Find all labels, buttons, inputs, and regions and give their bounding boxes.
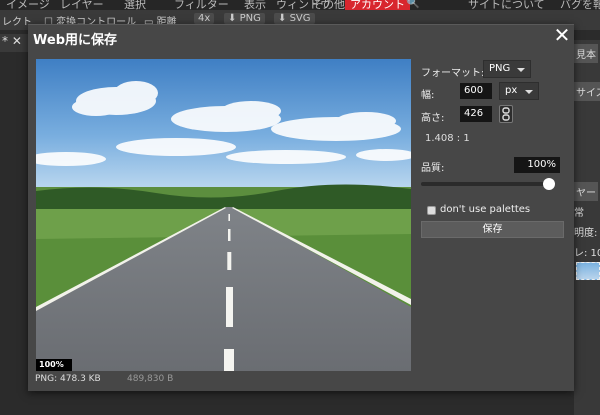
aspect-ratio: 1.408 : 1 [425,133,470,144]
menu-item[interactable]: サイトについて [468,0,545,10]
height-label: 高さ: [421,113,445,124]
chevron-down-icon [525,90,533,94]
menu-item[interactable]: レイヤー [60,0,104,10]
account-menu-item[interactable]: アカウント [345,0,410,10]
quality-slider-thumb[interactable] [543,178,555,190]
file-size-bytes: 489,830 B [127,374,174,384]
quality-slider-track[interactable] [421,182,549,186]
document-tab[interactable]: * ✕ [0,34,30,52]
png-label: PNG [239,13,261,24]
menu-item[interactable]: 表示 [244,0,266,10]
width-input[interactable]: 600 [460,83,492,99]
svg-label: SVG [289,13,311,24]
menu-item[interactable]: フィルター [174,0,229,10]
right-panel: 見本 サイズ ヤー 常 明度: 1 レ: 100 [574,40,600,415]
export-svg-button[interactable]: ⬇ SVG [274,13,315,24]
zoom-select[interactable]: 4x [194,13,215,24]
format-select[interactable]: PNG [483,60,531,78]
menu-item[interactable]: イメージ [6,0,50,10]
zoom-badge: 100% [36,359,72,371]
size-tab[interactable]: サイズ [574,82,600,101]
opacity-field[interactable]: 明度: 1 [574,224,600,239]
save-for-web-dialog: Web用に保存 ✕ 100% PNG: 478.3 KB 489,830 B フ… [28,24,574,391]
format-label: フォーマット: [421,68,485,79]
dialog-title: Web用に保存 [33,33,117,48]
quality-label: 品質: [421,163,445,174]
menu-item[interactable]: その他 [312,0,345,10]
swatches-tab[interactable]: 見本 [574,44,598,63]
export-png-button[interactable]: ⬇ PNG [224,13,265,24]
layers-tab[interactable]: ヤー [574,182,598,201]
height-input[interactable]: 426 [460,106,492,122]
quality-input[interactable]: 100% [514,157,560,173]
unit-select[interactable]: px [499,82,539,100]
layer-thumbnail[interactable] [576,262,600,280]
palette-label: don't use palettes [440,204,531,215]
chain-link-icon-glyph [502,107,510,121]
menu-item[interactable]: 選択 [124,0,146,10]
file-size-info: PNG: 478.3 KB [35,374,101,384]
close-icon[interactable]: ✕ [552,25,572,45]
width-label: 幅: [421,90,435,101]
fill-field[interactable]: レ: 100 [574,244,600,259]
app-menubar: イメージ レイヤー 選択 フィルター 表示 ウィンドウ その他 アカウント 🔍 … [0,0,600,10]
dont-use-palettes-checkbox[interactable] [427,206,436,215]
blend-mode-select[interactable]: 常 [574,204,584,219]
format-value: PNG [489,63,511,74]
chevron-down-icon [517,68,525,72]
save-button[interactable]: 保存 [421,221,564,238]
chain-link-icon[interactable] [499,105,513,123]
search-icon[interactable]: 🔍 [406,0,420,9]
unit-value: px [505,85,518,96]
menu-item[interactable]: バグを報告 [560,0,600,10]
road-landscape-image [36,59,411,371]
image-preview[interactable] [36,59,411,371]
